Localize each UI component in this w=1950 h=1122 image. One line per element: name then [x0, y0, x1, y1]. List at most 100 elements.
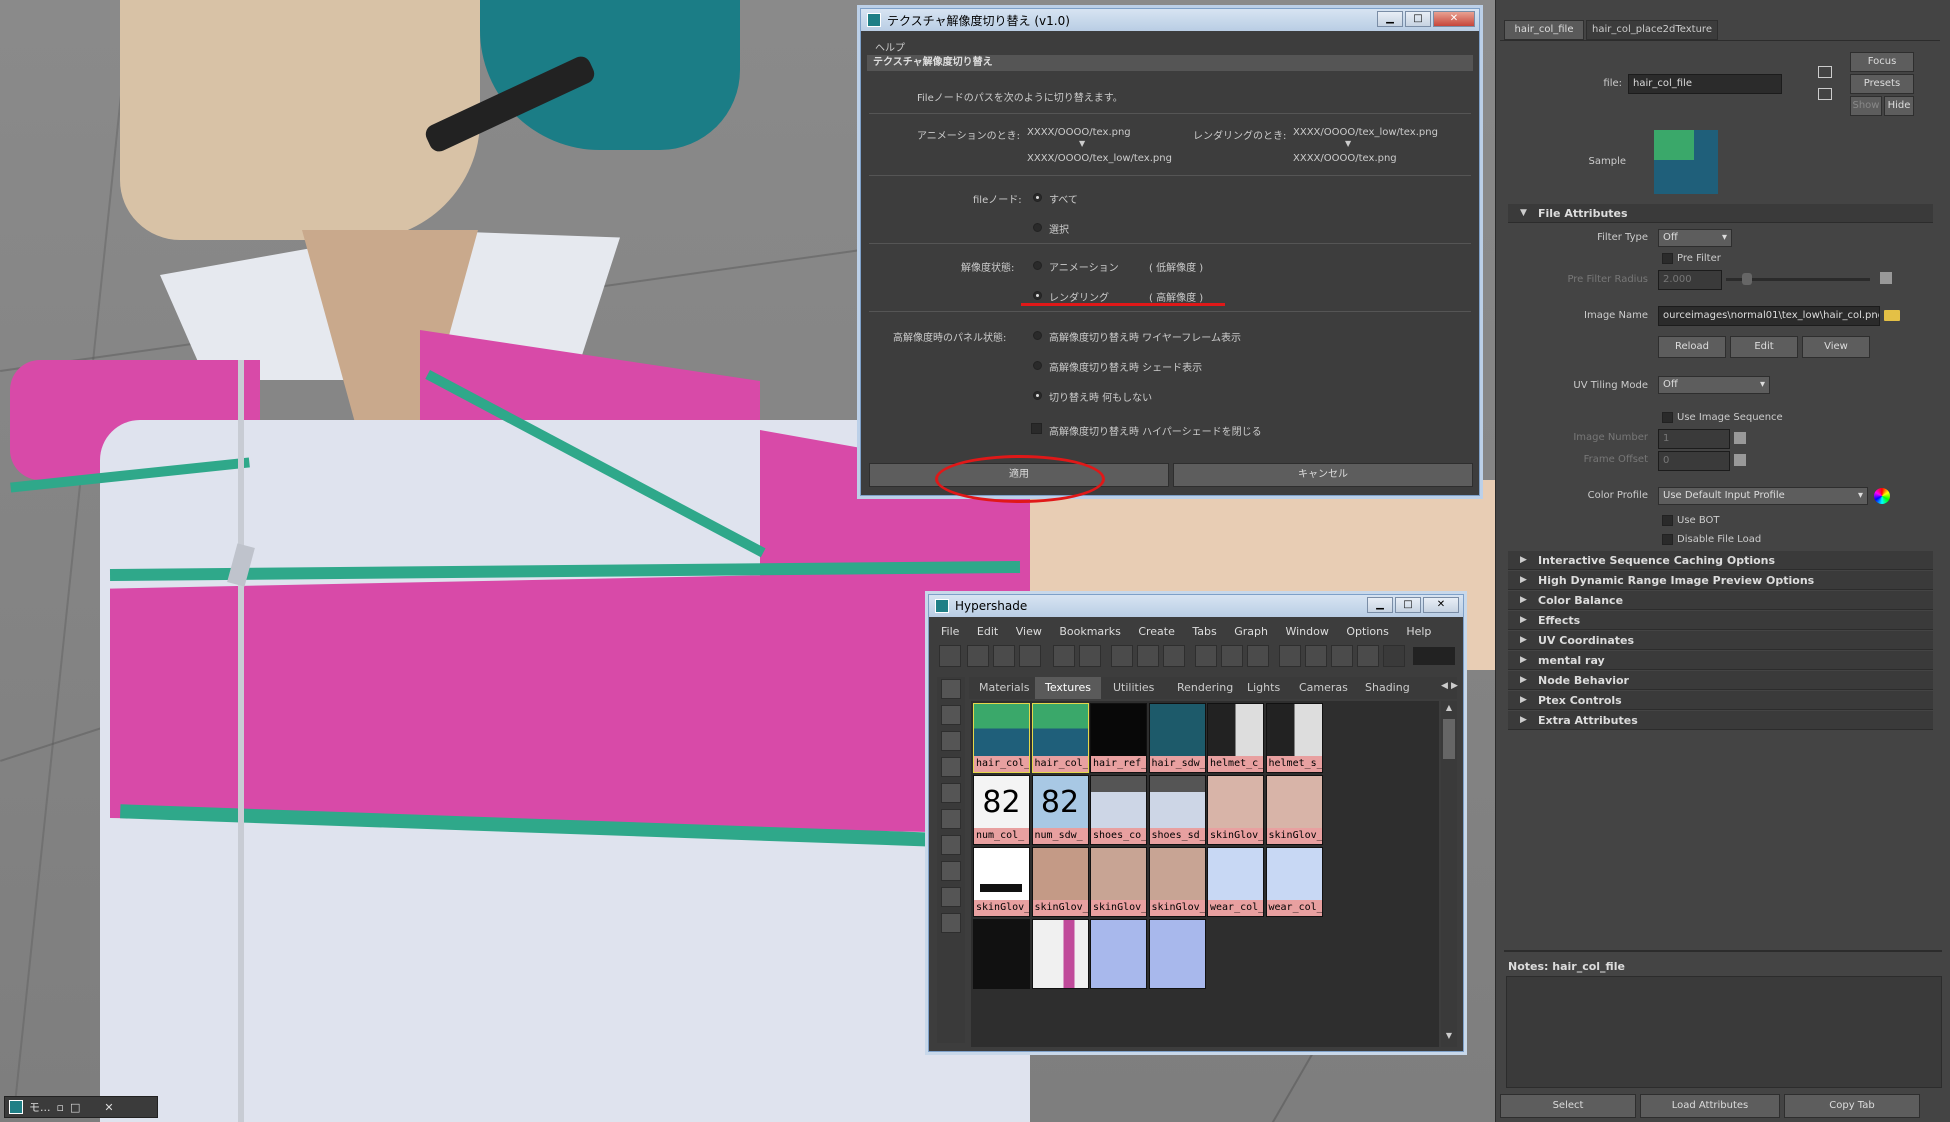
menu-help[interactable]: ヘルプ — [875, 39, 905, 54]
use-bot-checkbox[interactable] — [1662, 515, 1673, 526]
input-connections-icon[interactable] — [1195, 645, 1217, 667]
tab-place2dtexture[interactable]: hair_col_place2dTexture — [1586, 20, 1718, 40]
focus-button[interactable]: Focus — [1850, 52, 1914, 72]
menu-file[interactable]: File — [941, 625, 959, 638]
texture-swatch[interactable] — [1148, 919, 1206, 989]
swatch-scrollbar[interactable]: ▲ ▼ — [1441, 701, 1457, 1047]
close-icon[interactable]: ✕ — [104, 1101, 113, 1114]
io-connections-icon[interactable] — [1221, 645, 1243, 667]
tab-hair-col-file[interactable]: hair_col_file — [1504, 20, 1584, 40]
image-number-field[interactable]: 1 — [1658, 429, 1730, 449]
image-name-field[interactable]: ourceimages\normal01\tex_low\hair_col.pn… — [1658, 306, 1880, 326]
filter-type-dropdown[interactable]: Off — [1658, 229, 1732, 247]
ipr-icon[interactable] — [1305, 645, 1327, 667]
texture-swatch[interactable]: 82 num_sdw_ — [1031, 775, 1089, 845]
pre-filter-radius-field[interactable]: 2.000 — [1658, 270, 1722, 290]
texture-swatch[interactable]: 82 num_col_ — [973, 775, 1030, 845]
texture-swatch[interactable]: hair_col_ — [973, 703, 1030, 773]
minimize-button[interactable]: ▁ — [1377, 11, 1403, 27]
output-connections-icon[interactable] — [1247, 645, 1269, 667]
maximize-icon[interactable]: □ — [70, 1101, 80, 1114]
hide-button[interactable]: Hide — [1884, 96, 1914, 116]
use-image-sequence-checkbox[interactable] — [1662, 412, 1673, 423]
radio-all[interactable] — [1033, 193, 1042, 202]
color-profile-dropdown[interactable]: Use Default Input Profile — [1658, 487, 1868, 505]
menu-view[interactable]: View — [1016, 625, 1042, 638]
texture-swatch[interactable] — [1031, 919, 1089, 989]
close-button[interactable]: ✕ — [1423, 597, 1459, 613]
texture-swatch[interactable]: skinGlov_ — [973, 847, 1030, 917]
graph-network-icon[interactable] — [1137, 645, 1159, 667]
texture-swatch[interactable]: shoes_co_ — [1090, 775, 1147, 845]
tab-scroll-right-icon[interactable]: ▶ — [1451, 681, 1459, 695]
texture-swatch[interactable]: wear_col_ — [1265, 847, 1323, 917]
section-item[interactable]: ▶ Effects — [1508, 611, 1933, 630]
input-connection-icon[interactable] — [1818, 66, 1832, 78]
section-item[interactable]: ▶ Color Balance — [1508, 591, 1933, 610]
copy-tab-button[interactable]: Copy Tab — [1784, 1094, 1920, 1118]
select-button[interactable]: Select — [1500, 1094, 1636, 1118]
texture-swatch[interactable]: hair_sdw_ — [1148, 703, 1206, 773]
maximize-button[interactable]: □ — [1395, 597, 1421, 613]
tab-lights[interactable]: Lights — [1237, 677, 1290, 699]
toolbar-toggle-icon[interactable] — [939, 645, 961, 667]
maximize-button[interactable]: □ — [1405, 11, 1431, 27]
menu-tabs[interactable]: Tabs — [1192, 625, 1216, 638]
radio-nothing[interactable] — [1033, 391, 1042, 400]
keyframe-icon[interactable] — [1734, 432, 1746, 444]
scroll-up-icon[interactable]: ▲ — [1442, 703, 1456, 715]
checkbox-close-hypershade[interactable] — [1031, 423, 1042, 434]
presets-button[interactable]: Presets — [1850, 74, 1914, 94]
small-icon-view-icon[interactable] — [941, 731, 961, 751]
texture-swatch[interactable]: hair_ref_ — [1090, 703, 1147, 773]
radio-selected[interactable] — [1033, 223, 1042, 232]
create-icon[interactable] — [941, 679, 961, 699]
sort-name-icon[interactable] — [941, 835, 961, 855]
layout-bottom-icon[interactable] — [993, 645, 1015, 667]
section-item[interactable]: ▶ Node Behavior — [1508, 671, 1933, 690]
layout-both-icon[interactable] — [1019, 645, 1041, 667]
texture-swatch[interactable]: skinGlov_ — [1207, 775, 1264, 845]
section-item[interactable]: ▶ Interactive Sequence Caching Options — [1508, 551, 1933, 570]
texture-swatch[interactable]: helmet_s_ — [1265, 703, 1323, 773]
map-button-icon[interactable] — [1880, 272, 1892, 284]
sort-type-icon[interactable] — [941, 861, 961, 881]
minimized-window[interactable]: モ... ▫ □ ✕ — [4, 1096, 158, 1118]
menu-window[interactable]: Window — [1285, 625, 1328, 638]
graph-materials-icon[interactable] — [1111, 645, 1133, 667]
section-item[interactable]: ▶ Extra Attributes — [1508, 711, 1933, 730]
medium-icon-view-icon[interactable] — [941, 757, 961, 777]
layout-top-icon[interactable] — [967, 645, 989, 667]
notes-splitter[interactable] — [1504, 950, 1942, 952]
slider-handle[interactable] — [1742, 273, 1752, 285]
close-button[interactable]: ✕ — [1433, 11, 1475, 27]
edit-button[interactable]: Edit — [1730, 336, 1798, 358]
radio-shaded[interactable] — [1033, 361, 1042, 370]
texture-swatch[interactable]: skinGlov_ — [1090, 847, 1147, 917]
notes-textarea[interactable] — [1506, 976, 1942, 1088]
graph-clear-icon[interactable] — [1163, 645, 1185, 667]
disable-file-load-checkbox[interactable] — [1662, 534, 1673, 545]
texture-swatch[interactable] — [973, 919, 1030, 989]
load-attributes-button[interactable]: Load Attributes — [1640, 1094, 1780, 1118]
section-item[interactable]: ▶ mental ray — [1508, 651, 1933, 670]
search-field[interactable] — [1413, 647, 1455, 665]
tab-scroll-left-icon[interactable]: ◀ — [1441, 681, 1449, 695]
menu-help[interactable]: Help — [1406, 625, 1431, 638]
texture-swatch[interactable]: wear_col_ — [1207, 847, 1264, 917]
output-connection-icon[interactable] — [1818, 88, 1832, 100]
show-button[interactable]: Show — [1850, 96, 1882, 116]
menu-edit[interactable]: Edit — [977, 625, 998, 638]
tab-utilities[interactable]: Utilities — [1103, 677, 1164, 699]
sort-time-icon[interactable] — [941, 887, 961, 907]
uv-tiling-dropdown[interactable]: Off — [1658, 376, 1770, 394]
list-view-icon[interactable] — [941, 705, 961, 725]
section-file-attributes[interactable]: ▼ File Attributes — [1508, 204, 1933, 223]
section-item[interactable]: ▶ High Dynamic Range Image Preview Option… — [1508, 571, 1933, 590]
view-button[interactable]: View — [1802, 336, 1870, 358]
render-settings-icon[interactable] — [1331, 645, 1353, 667]
pre-filter-checkbox[interactable] — [1662, 253, 1673, 264]
keyframe-icon[interactable] — [1734, 454, 1746, 466]
tab-cameras[interactable]: Cameras — [1289, 677, 1358, 699]
hypershade-render-icon[interactable] — [1357, 645, 1379, 667]
